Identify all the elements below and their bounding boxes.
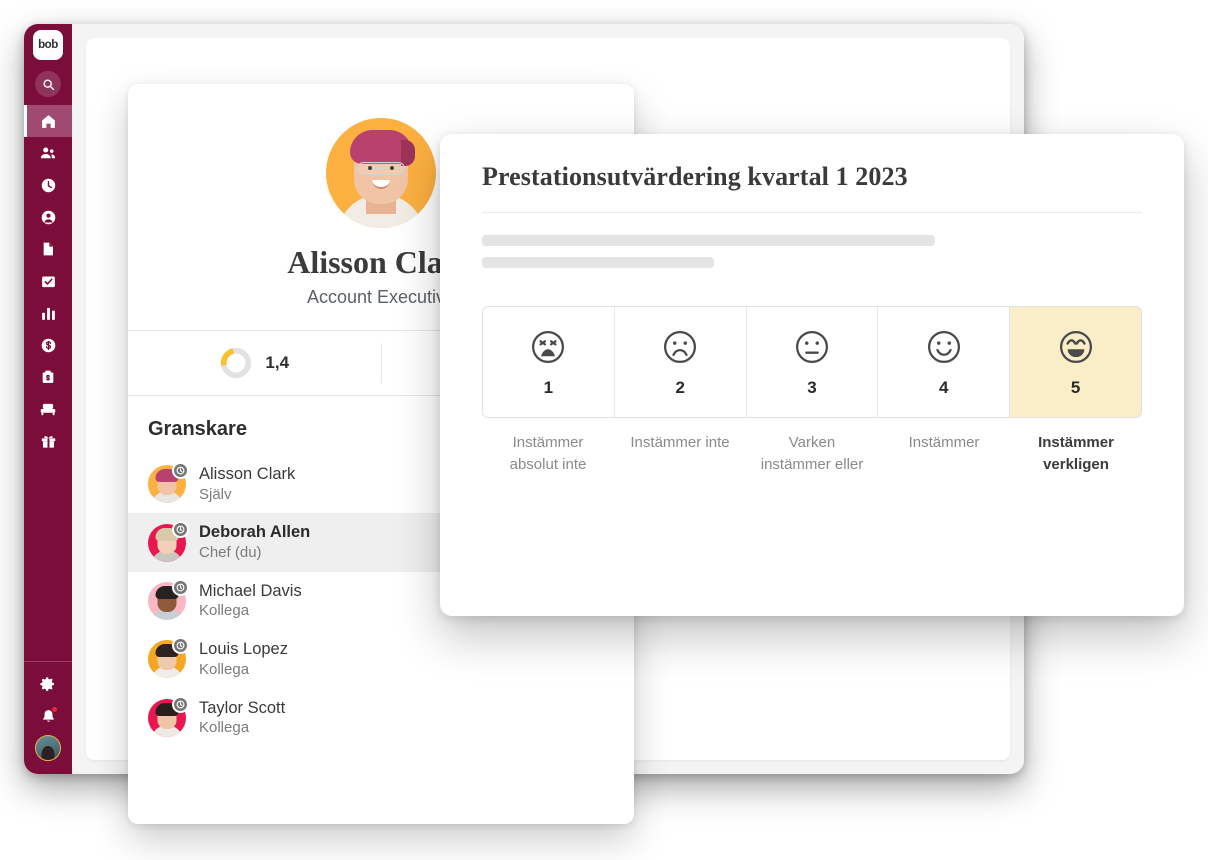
sidebar-item-workspace[interactable] xyxy=(24,393,72,425)
rating-value: 2 xyxy=(675,378,685,397)
stat-score[interactable]: 1,4 xyxy=(128,343,381,383)
very-happy-face-icon xyxy=(1059,330,1092,364)
happy-face-icon xyxy=(927,330,960,364)
clock-icon xyxy=(172,578,189,596)
reviewer-role: Chef (du) xyxy=(199,544,262,561)
sidebar: bob xyxy=(24,24,72,774)
sidebar-item-payroll[interactable] xyxy=(24,361,72,393)
search-icon[interactable] xyxy=(35,71,61,97)
sidebar-bottom-nav xyxy=(24,668,72,774)
reviewer-role: Kollega xyxy=(199,602,250,620)
sidebar-item-time[interactable] xyxy=(24,169,72,201)
sidebar-divider xyxy=(24,661,72,662)
clock-icon xyxy=(172,637,189,655)
skeleton-line xyxy=(482,257,714,268)
evaluation-card: Prestationsutvärdering kvartal 1 2023 1 xyxy=(440,134,1184,616)
sidebar-item-home[interactable] xyxy=(24,105,72,137)
sidebar-item-documents[interactable] xyxy=(24,233,72,265)
reviewer-name: Taylor Scott xyxy=(199,698,286,717)
sidebar-item-benefits[interactable] xyxy=(24,425,72,457)
rating-labels: Instämmer absolut inte Instämmer inte Va… xyxy=(482,432,1142,476)
neutral-face-icon xyxy=(795,330,828,364)
list-item[interactable]: Louis Lopez Kollega xyxy=(128,630,634,688)
rating-option-5[interactable]: 5 xyxy=(1009,307,1141,417)
avatar-image xyxy=(35,735,61,761)
divider xyxy=(482,212,1142,213)
donut-chart-icon xyxy=(221,347,252,379)
rating-label-1: Instämmer absolut inte xyxy=(509,434,587,473)
reviewer-name: Deborah Allen xyxy=(199,523,311,542)
rating-option-4[interactable]: 4 xyxy=(877,307,1010,417)
rating-value: 1 xyxy=(543,378,554,397)
screenshot-stage: bob Alisson Clark Account Executive 1,4 … xyxy=(0,0,1208,860)
bell-icon[interactable] xyxy=(24,700,72,732)
rating-label-3: Varken instämmer eller xyxy=(760,434,864,473)
rating-value: 3 xyxy=(807,378,817,397)
sidebar-item-profile[interactable] xyxy=(24,201,72,233)
gear-icon[interactable] xyxy=(24,668,72,700)
sidebar-item-compensation[interactable] xyxy=(24,329,72,361)
bob-logo[interactable]: bob xyxy=(33,30,63,60)
reviewer-role: Kollega xyxy=(199,660,250,678)
sad-face-icon xyxy=(664,330,697,364)
rating-label-5: Instämmer verkligen xyxy=(1038,434,1114,473)
rating-label-4: Instämmer xyxy=(908,434,980,451)
rating-option-2[interactable]: 2 xyxy=(613,307,746,417)
clock-icon xyxy=(172,462,189,480)
rating-scale: 1 2 3 4 5 xyxy=(482,306,1142,418)
rating-option-1[interactable]: 1 xyxy=(483,307,614,417)
reviewer-name: Michael Davis xyxy=(199,581,302,600)
rating-value: 4 xyxy=(939,378,949,397)
reviewer-name: Alisson Clark xyxy=(199,465,296,483)
avatar[interactable] xyxy=(24,732,72,764)
list-item[interactable]: Taylor Scott Kollega xyxy=(128,689,634,747)
rating-label-2: Instämmer inte xyxy=(630,434,730,451)
reviewer-role: Själv xyxy=(199,485,232,503)
sidebar-nav xyxy=(24,105,72,457)
page-title: Prestationsutvärdering kvartal 1 2023 xyxy=(482,162,908,191)
reviewer-role: Kollega xyxy=(199,719,250,737)
notification-dot xyxy=(51,706,58,713)
stat-score-value: 1,4 xyxy=(265,353,290,372)
very-sad-face-icon xyxy=(532,330,565,364)
sidebar-item-tasks[interactable] xyxy=(24,265,72,297)
rating-option-3[interactable]: 3 xyxy=(745,307,878,417)
reviewer-name: Louis Lopez xyxy=(199,640,288,659)
rating-value: 5 xyxy=(1070,378,1081,397)
clock-icon xyxy=(172,520,189,538)
sidebar-item-people[interactable] xyxy=(24,137,72,169)
skeleton-line xyxy=(482,235,935,246)
clock-icon xyxy=(172,695,189,713)
sidebar-item-analytics[interactable] xyxy=(24,297,72,329)
